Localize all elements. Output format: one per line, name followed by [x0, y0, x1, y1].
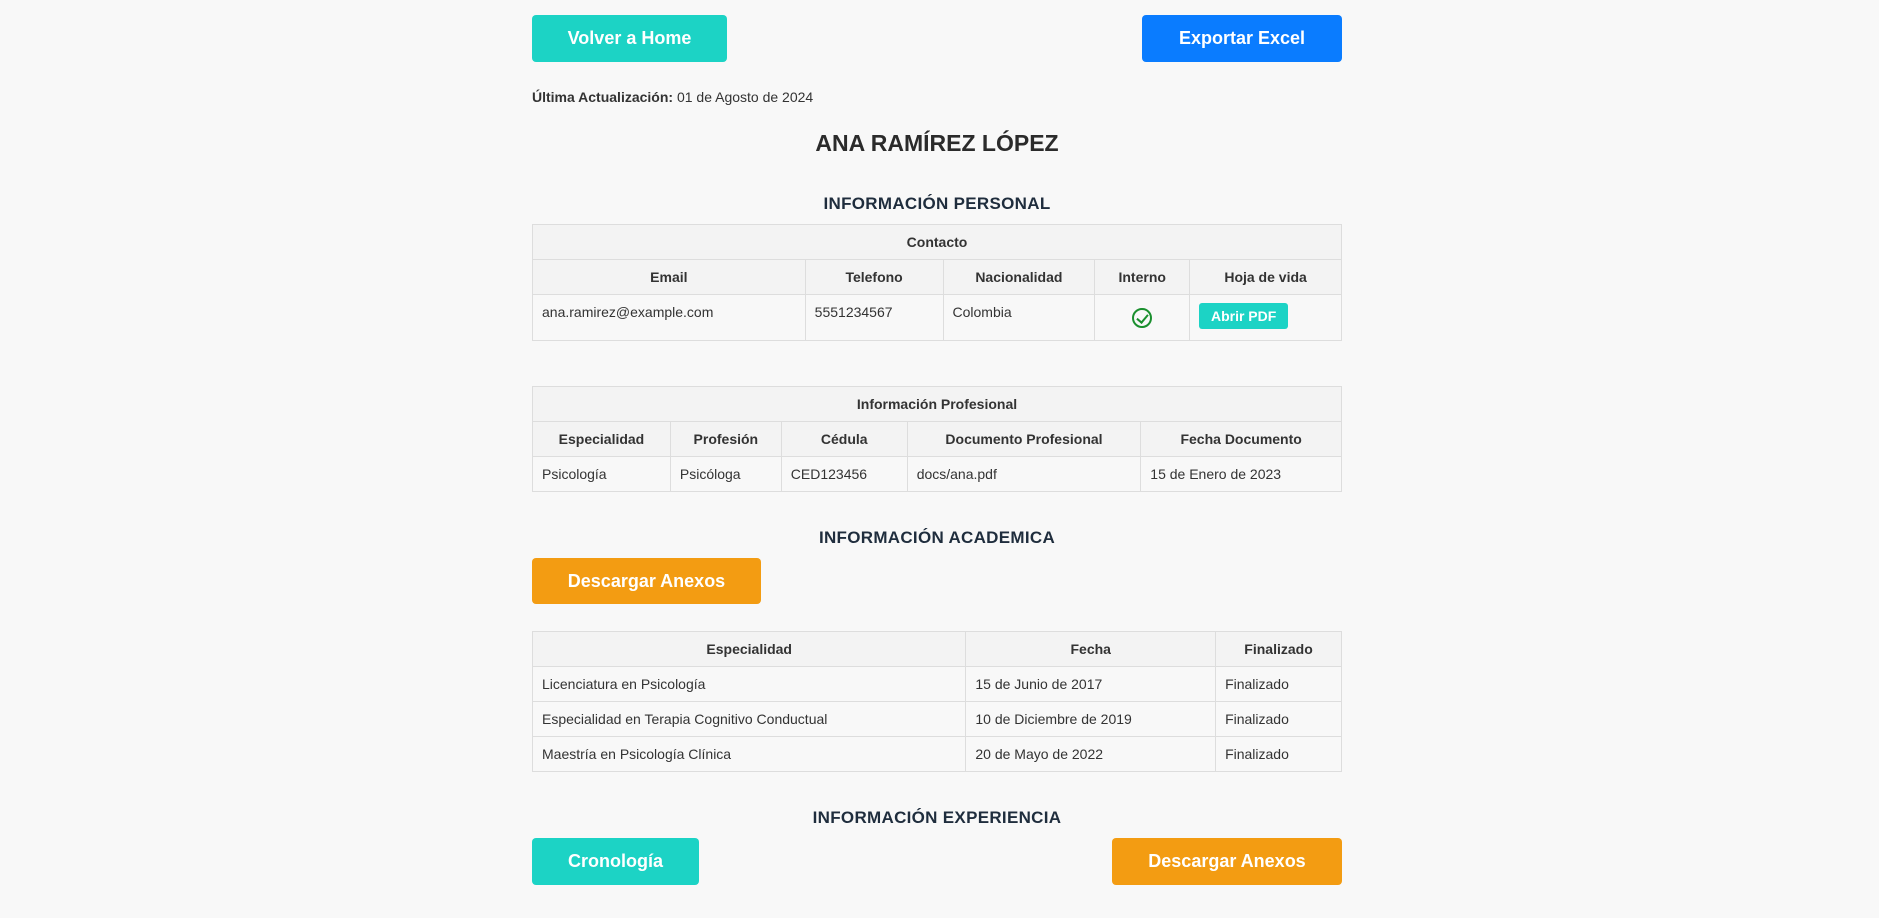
table-row: Psicología Psicóloga CED123456 docs/ana.…: [532, 456, 1342, 492]
nationality-cell: Colombia: [942, 294, 1096, 341]
academic-specialty-cell: Maestría en Psicología Clínica: [531, 736, 967, 772]
open-pdf-button[interactable]: Abrir PDF: [1199, 303, 1289, 329]
professional-table: Información Profesional Especialidad Pro…: [532, 386, 1342, 492]
document-cell: docs/ana.pdf: [906, 456, 1142, 492]
top-actions: Volver a Home Exportar Excel: [532, 0, 1342, 76]
section-title-experience: INFORMACIÓN EXPERIENCIA: [812, 808, 1062, 827]
table-row: Licenciatura en Psicología 15 de Junio d…: [531, 666, 1342, 702]
academic-date-cell: 15 de Junio de 2017: [965, 666, 1217, 702]
cv-cell: Abrir PDF: [1189, 294, 1342, 341]
last-updated-value: 01 de Agosto de 2024: [676, 89, 814, 105]
academic-specialty-cell: Especialidad en Terapia Cognitivo Conduc…: [531, 701, 967, 737]
section-title-academic: INFORMACIÓN ACADEMICA: [818, 528, 1056, 547]
column-header: Interno: [1094, 259, 1191, 295]
academic-date-cell: 20 de Mayo de 2022: [965, 736, 1217, 772]
contact-table: Contacto Email Telefono Nacionalidad Int…: [532, 224, 1342, 341]
academic-status-cell: Finalizado: [1215, 736, 1342, 772]
column-header: Fecha Documento: [1140, 421, 1342, 457]
download-annexes-academic-button[interactable]: Descargar Anexos: [532, 558, 761, 604]
check-circle-icon: [1132, 308, 1153, 328]
academic-date-cell: 10 de Diciembre de 2019: [965, 701, 1217, 737]
column-header: Finalizado: [1215, 631, 1342, 667]
download-annexes-experience-button[interactable]: Descargar Anexos: [1112, 838, 1342, 885]
column-header: Cédula: [780, 421, 908, 457]
column-header: Nacionalidad: [942, 259, 1096, 295]
column-header: Profesión: [669, 421, 782, 457]
table-row: Maestría en Psicología Clínica 20 de May…: [531, 736, 1342, 772]
section-title-personal: INFORMACIÓN PERSONAL: [823, 194, 1051, 213]
academic-status-cell: Finalizado: [1215, 666, 1342, 702]
phone-cell: 5551234567: [804, 294, 944, 341]
academic-status-cell: Finalizado: [1215, 701, 1342, 737]
profession-cell: Psicóloga: [669, 456, 782, 492]
column-header: Fecha: [965, 631, 1217, 667]
contact-group-header: Contacto: [532, 224, 1342, 260]
document-date-cell: 15 de Enero de 2023: [1140, 456, 1342, 492]
internal-cell: [1094, 294, 1191, 341]
column-header: Especialidad: [532, 421, 671, 457]
professional-group-header: Información Profesional: [532, 386, 1342, 422]
last-updated: Última Actualización: 01 de Agosto de 20…: [532, 89, 813, 105]
column-header: Telefono: [804, 259, 944, 295]
person-name: ANA RAMÍREZ LÓPEZ: [815, 130, 1059, 156]
last-updated-label: Última Actualización:: [532, 89, 674, 105]
id-cell: CED123456: [780, 456, 908, 492]
column-header: Email: [532, 259, 806, 295]
column-header: Especialidad: [531, 631, 967, 667]
table-row: ana.ramirez@example.com 5551234567 Colom…: [532, 294, 1342, 341]
academic-specialty-cell: Licenciatura en Psicología: [531, 666, 967, 702]
column-header: Documento Profesional: [906, 421, 1142, 457]
specialty-cell: Psicología: [532, 456, 671, 492]
academic-table: Especialidad Fecha Finalizado Licenciatu…: [531, 631, 1342, 772]
profile-container: Volver a Home Exportar Excel Última Actu…: [531, 0, 1342, 885]
table-row: Especialidad en Terapia Cognitivo Conduc…: [531, 701, 1342, 737]
back-home-button[interactable]: Volver a Home: [532, 15, 727, 62]
chronology-button[interactable]: Cronología: [532, 838, 699, 885]
export-excel-button[interactable]: Exportar Excel: [1142, 15, 1342, 62]
column-header: Hoja de vida: [1189, 259, 1342, 295]
email-cell: ana.ramirez@example.com: [532, 294, 806, 341]
